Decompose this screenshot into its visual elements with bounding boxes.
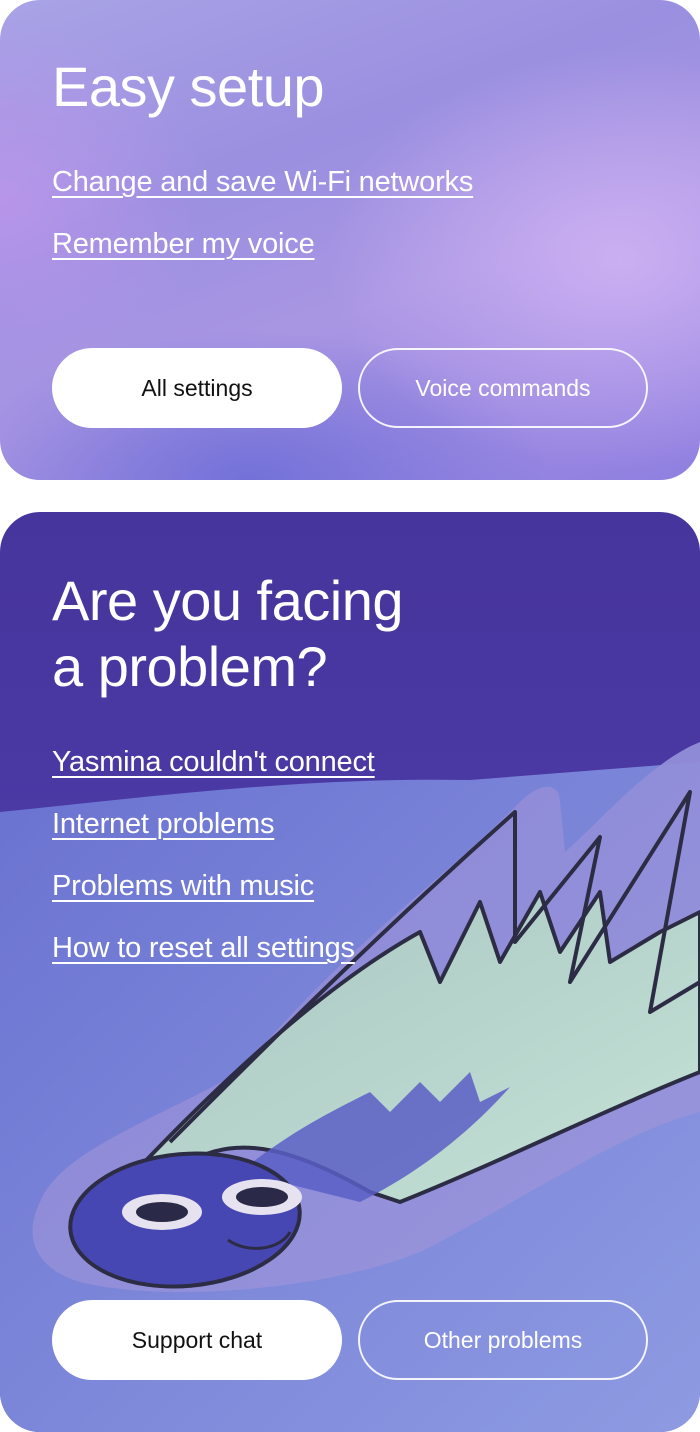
music-problems-link[interactable]: Problems with music (52, 870, 314, 903)
problem-card: Are you facing a problem? Yasmina couldn… (0, 512, 700, 1432)
reset-settings-link[interactable]: How to reset all settings (52, 932, 355, 965)
problem-title-line2: a problem? (52, 635, 328, 698)
problem-title-line1: Are you facing (52, 569, 403, 632)
voice-commands-button[interactable]: Voice commands (358, 348, 648, 428)
support-chat-button[interactable]: Support chat (52, 1300, 342, 1380)
internet-problems-link[interactable]: Internet problems (52, 808, 274, 841)
yasmina-connect-link[interactable]: Yasmina couldn't connect (52, 746, 375, 779)
wifi-networks-link[interactable]: Change and save Wi-Fi networks (52, 166, 473, 199)
other-problems-button[interactable]: Other problems (358, 1300, 648, 1380)
all-settings-button[interactable]: All settings (52, 348, 342, 428)
easy-setup-title: Easy setup (52, 55, 325, 118)
easy-setup-card: Easy setup Change and save Wi-Fi network… (0, 0, 700, 480)
remember-voice-link[interactable]: Remember my voice (52, 228, 315, 261)
